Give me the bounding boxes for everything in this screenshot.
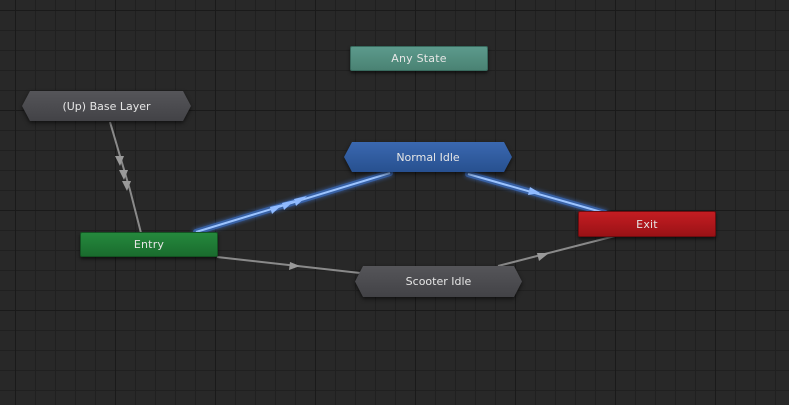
state-label: Entry	[133, 238, 165, 251]
state-entry[interactable]: Entry	[80, 232, 218, 257]
state-label: Normal Idle	[396, 150, 460, 164]
state-label: Exit	[636, 217, 658, 231]
transition-arrow-icon	[537, 253, 549, 261]
state-up-base-layer[interactable]: (Up) Base Layer	[22, 91, 191, 121]
animator-graph-canvas[interactable]: Any State (Up) Base Layer Normal Idle En…	[0, 0, 789, 405]
state-any-state[interactable]: Any State	[350, 46, 488, 71]
state-label: (Up) Base Layer	[62, 99, 151, 113]
transition-base-layer-to-entry[interactable]	[109, 121, 142, 234]
transition-scooter-idle-to-exit[interactable]	[497, 235, 616, 267]
state-label: Any State	[391, 52, 447, 65]
transition-arrow-icon	[289, 262, 300, 270]
transition-normal-idle-to-exit[interactable]	[465, 171, 608, 216]
transition-entry-to-scooter-idle[interactable]	[216, 256, 361, 274]
transition-entry-to-normal-idle[interactable]	[193, 170, 393, 235]
state-exit[interactable]: Exit	[578, 211, 716, 237]
state-label: Scooter Idle	[405, 275, 472, 288]
state-scooter-idle[interactable]: Scooter Idle	[355, 266, 522, 297]
state-normal-idle[interactable]: Normal Idle	[344, 142, 512, 172]
